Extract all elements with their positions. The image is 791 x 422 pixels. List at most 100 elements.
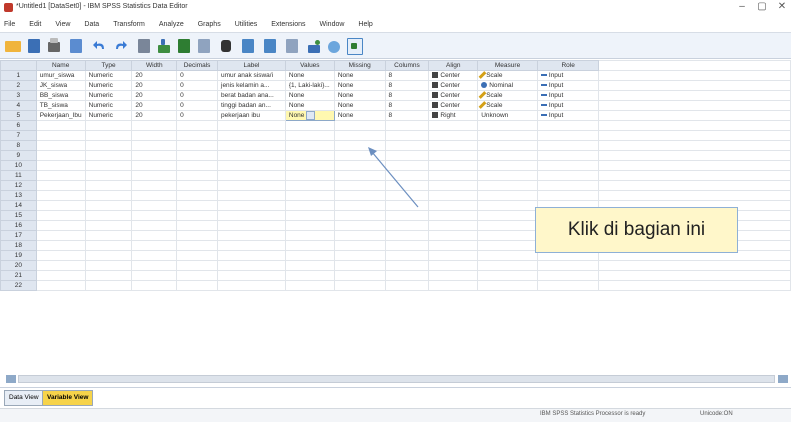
cell-type[interactable]: Numeric — [84, 100, 133, 111]
empty-grid-cell[interactable] — [131, 250, 178, 262]
empty-grid-cell[interactable] — [384, 180, 430, 192]
empty-grid-cell[interactable] — [217, 170, 286, 182]
empty-grid-cell[interactable] — [84, 260, 133, 272]
cell-type[interactable]: Numeric — [84, 109, 133, 122]
cell-role[interactable]: Input — [536, 100, 600, 111]
empty-grid-cell[interactable] — [333, 240, 386, 252]
empty-grid-cell[interactable] — [333, 180, 386, 192]
empty-grid-cell[interactable] — [176, 160, 218, 172]
empty-grid-cell[interactable] — [384, 200, 430, 212]
empty-grid-cell[interactable] — [176, 190, 218, 202]
empty-grid-cell[interactable] — [536, 270, 600, 282]
row-number[interactable]: 14 — [0, 200, 37, 212]
cell-align[interactable]: Center — [428, 70, 479, 81]
empty-grid-cell[interactable] — [131, 120, 178, 132]
cell-decimals[interactable]: 0 — [176, 109, 218, 122]
cell-name[interactable]: umur_siswa — [35, 70, 86, 81]
empty-grid-cell[interactable] — [477, 210, 538, 222]
col-header-missing[interactable]: Missing — [333, 60, 386, 71]
empty-grid-cell[interactable] — [176, 120, 218, 132]
empty-grid-cell[interactable] — [384, 230, 430, 242]
empty-grid-cell[interactable] — [84, 200, 133, 212]
empty-grid-cell[interactable] — [428, 180, 479, 192]
empty-grid-cell[interactable] — [333, 260, 386, 272]
empty-grid-cell[interactable] — [333, 120, 386, 132]
save-icon[interactable] — [26, 37, 42, 55]
variables-icon[interactable] — [176, 37, 192, 55]
empty-grid-cell[interactable] — [536, 150, 600, 162]
cell-width[interactable]: 20 — [131, 70, 178, 81]
empty-grid-cell[interactable] — [333, 220, 386, 232]
empty-grid-cell[interactable] — [477, 280, 538, 292]
empty-grid-cell[interactable] — [217, 240, 286, 252]
scroll-right-button[interactable] — [778, 375, 788, 383]
empty-grid-cell[interactable] — [35, 180, 86, 192]
row-number[interactable]: 4 — [0, 100, 37, 111]
cell-role[interactable]: Input — [536, 109, 600, 122]
cell-columns[interactable]: 8 — [384, 109, 430, 122]
cell-name[interactable]: JK_siswa — [35, 80, 86, 91]
cell-role[interactable]: Input — [536, 70, 600, 81]
empty-grid-cell[interactable] — [477, 200, 538, 212]
cell-columns[interactable]: 8 — [384, 70, 430, 81]
empty-grid-cell[interactable] — [35, 230, 86, 242]
empty-grid-cell[interactable] — [217, 200, 286, 212]
menu-edit[interactable]: Edit — [29, 21, 41, 28]
empty-grid-cell[interactable] — [176, 130, 218, 142]
empty-grid-cell[interactable] — [217, 190, 286, 202]
empty-grid-cell[interactable] — [477, 230, 538, 242]
empty-grid-cell[interactable] — [35, 170, 86, 182]
empty-grid-cell[interactable] — [84, 250, 133, 262]
maximize-button[interactable]: ▢ — [755, 1, 769, 12]
empty-grid-cell[interactable] — [477, 190, 538, 202]
col-header-type[interactable]: Type — [84, 60, 133, 71]
row-number[interactable]: 5 — [0, 109, 37, 122]
empty-grid-cell[interactable] — [284, 180, 335, 192]
row-number[interactable]: 8 — [0, 140, 37, 152]
find-icon[interactable] — [218, 37, 234, 55]
empty-grid-cell[interactable] — [333, 230, 386, 242]
empty-grid-cell[interactable] — [428, 270, 479, 282]
empty-grid-cell[interactable] — [333, 210, 386, 222]
empty-grid-cell[interactable] — [35, 270, 86, 282]
empty-grid-cell[interactable] — [176, 280, 218, 292]
cell-columns[interactable]: 8 — [384, 100, 430, 111]
cell-type[interactable]: Numeric — [84, 70, 133, 81]
empty-grid-cell[interactable] — [35, 130, 86, 142]
empty-grid-cell[interactable] — [176, 250, 218, 262]
empty-grid-cell[interactable] — [35, 190, 86, 202]
cell-missing[interactable]: None — [333, 80, 386, 91]
cell-values[interactable]: None — [284, 70, 335, 81]
row-number[interactable]: 3 — [0, 90, 37, 101]
cell-columns[interactable]: 8 — [384, 90, 430, 101]
horizontal-scrollbar[interactable] — [0, 373, 791, 385]
tab-variable-view[interactable]: Variable View — [42, 390, 94, 406]
col-header-columns[interactable]: Columns — [384, 60, 430, 71]
tab-data-view[interactable]: Data View — [4, 390, 44, 406]
cell-name[interactable]: BB_siswa — [35, 90, 86, 101]
cell-type[interactable]: Numeric — [84, 80, 133, 91]
empty-grid-cell[interactable] — [536, 170, 600, 182]
empty-grid-cell[interactable] — [176, 270, 218, 282]
empty-grid-cell[interactable] — [84, 180, 133, 192]
empty-grid-cell[interactable] — [84, 140, 133, 152]
row-number[interactable]: 6 — [0, 120, 37, 132]
cell-name[interactable]: Pekerjaan_Ibu — [35, 109, 86, 122]
empty-grid-cell[interactable] — [176, 170, 218, 182]
menu-graphs[interactable]: Graphs — [198, 21, 221, 28]
empty-grid-cell[interactable] — [284, 120, 335, 132]
menu-extensions[interactable]: Extensions — [271, 21, 305, 28]
menu-view[interactable]: View — [55, 21, 70, 28]
empty-grid-cell[interactable] — [131, 220, 178, 232]
empty-grid-cell[interactable] — [384, 240, 430, 252]
cell-measure[interactable]: Nominal — [477, 80, 538, 91]
empty-grid-cell[interactable] — [284, 240, 335, 252]
row-number[interactable]: 13 — [0, 190, 37, 202]
empty-grid-cell[interactable] — [536, 180, 600, 192]
empty-grid-cell[interactable] — [84, 120, 133, 132]
col-header-width[interactable]: Width — [131, 60, 178, 71]
cell-missing[interactable]: None — [333, 70, 386, 81]
cell-missing[interactable]: None — [333, 90, 386, 101]
empty-grid-cell[interactable] — [333, 280, 386, 292]
empty-grid-cell[interactable] — [35, 160, 86, 172]
